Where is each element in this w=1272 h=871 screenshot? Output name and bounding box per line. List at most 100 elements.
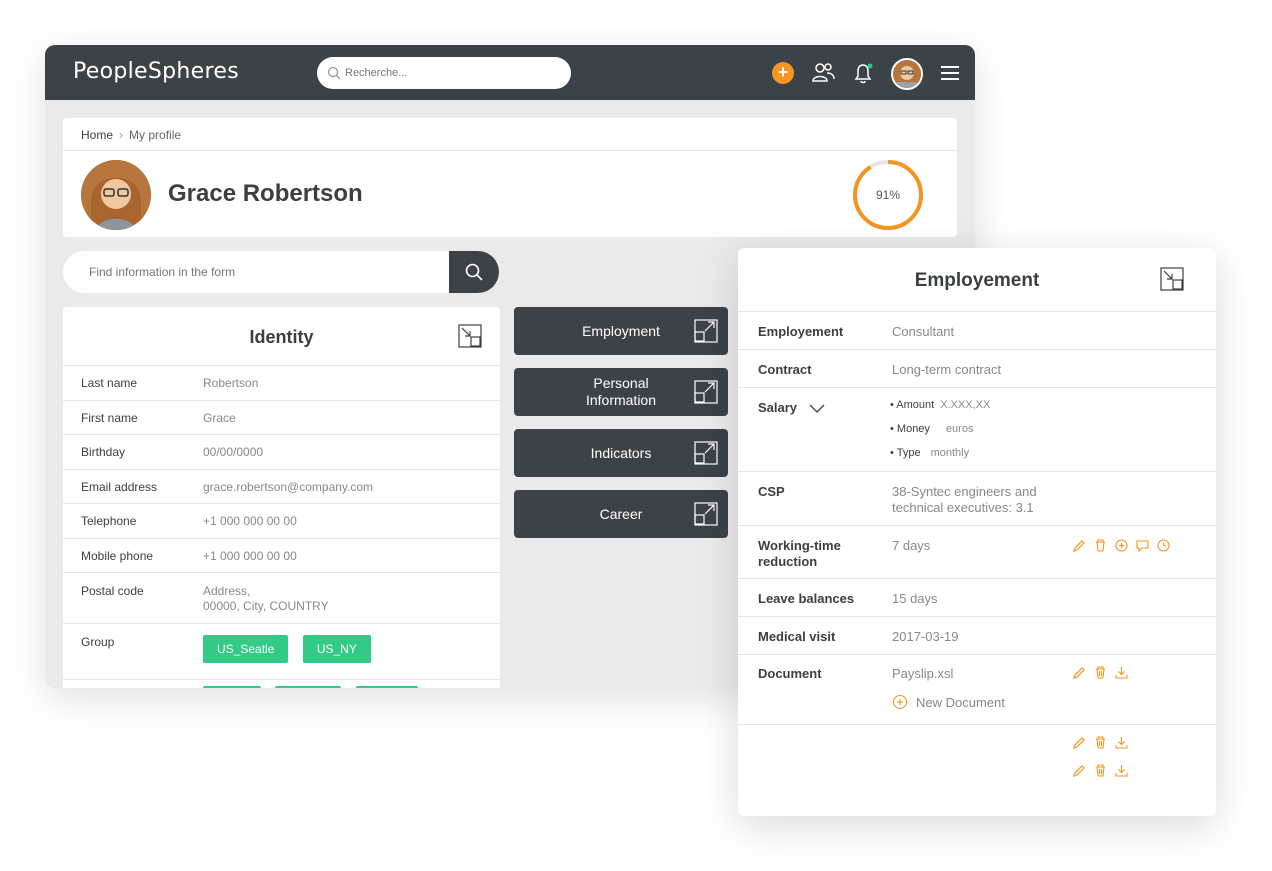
field-value[interactable]: 15 days (892, 591, 938, 607)
field-value[interactable]: Long-term contract (892, 362, 1001, 378)
field-value[interactable]: grace.robertson@company.com (203, 480, 373, 494)
skill-tag[interactable] (275, 686, 342, 688)
expand-icon (694, 502, 718, 526)
top-bar: PeopleSpheres + (45, 45, 975, 100)
section-personal-information-button[interactable]: Personal Information (514, 368, 728, 416)
new-document-label: New Document (916, 694, 1005, 710)
form-search-button[interactable] (449, 251, 499, 293)
section-employment-button[interactable]: Employment (514, 307, 728, 355)
user-avatar[interactable] (891, 58, 923, 90)
identity-row: Group US_Seatle US_NY (63, 623, 500, 679)
salary-money-value[interactable]: euros (946, 423, 974, 435)
users-icon[interactable] (809, 59, 837, 87)
skill-tag[interactable] (355, 686, 418, 688)
download-icon[interactable] (1114, 665, 1129, 680)
completion-label: 91% (875, 188, 901, 202)
collapse-icon[interactable] (458, 324, 482, 348)
add-circle-icon[interactable] (1114, 538, 1129, 553)
menu-icon[interactable] (936, 59, 964, 87)
field-value[interactable]: 2017-03-19 (892, 629, 959, 645)
section-label: Career (599, 505, 643, 522)
field-value[interactable]: 38-Syntec engineers and technical execut… (892, 484, 1037, 516)
identity-rows: Last name Robertson First name Grace Bir… (63, 365, 500, 688)
pencil-icon[interactable] (1072, 735, 1087, 750)
employment-row: Document Payslip.xsl New Document (738, 654, 1216, 724)
section-career-button[interactable]: Career (514, 490, 728, 538)
field-value[interactable]: 7 days (892, 538, 930, 554)
employment-row: CSP 38-Syntec engineers and technical ex… (738, 471, 1216, 525)
clock-icon[interactable] (1156, 538, 1171, 553)
salary-money-label: • Money (890, 423, 930, 435)
form-search-input[interactable] (89, 263, 429, 281)
employment-panel: Employement Employement Consultant Contr… (738, 248, 1216, 816)
global-search[interactable] (317, 57, 571, 89)
field-label: Postal code (81, 584, 144, 598)
expand-icon (694, 319, 718, 343)
field-value[interactable]: +1 000 000 00 00 (203, 514, 297, 528)
field-value[interactable]: Consultant (892, 324, 954, 340)
salary-type: • Type monthly (890, 447, 969, 459)
label-line-1: Working-time (758, 538, 841, 553)
field-label: Medical visit (758, 629, 836, 644)
address-line-1: Address, (203, 584, 251, 598)
field-label: Last name (81, 376, 138, 390)
global-search-input[interactable] (345, 63, 555, 83)
group-tag[interactable]: US_Seatle (203, 635, 289, 663)
field-label: Salary (758, 400, 798, 415)
employment-row: Contract Long-term contract (738, 349, 1216, 387)
new-document-button[interactable]: New Document (892, 694, 1005, 710)
chevron-right-icon: › (119, 128, 124, 142)
form-search[interactable] (63, 251, 499, 293)
identity-row: Postal code Address, 00000, City, COUNTR… (63, 572, 500, 623)
salary-type-value[interactable]: monthly (931, 447, 970, 459)
identity-row: Telephone +1 000 000 00 00 (63, 503, 500, 538)
field-value[interactable]: Address, 00000, City, COUNTRY (203, 584, 329, 623)
row-actions (1072, 665, 1129, 680)
identity-row (63, 679, 500, 688)
collapse-icon[interactable] (1160, 267, 1184, 291)
field-label: Leave balances (758, 591, 855, 606)
download-icon[interactable] (1114, 763, 1129, 778)
search-icon (465, 263, 483, 281)
employment-title: Employement (914, 270, 1040, 291)
breadcrumb-home[interactable]: Home (81, 128, 113, 142)
identity-card: Identity Last name Robertson First name … (63, 307, 500, 688)
field-label: Telephone (81, 514, 137, 528)
row-actions (1072, 763, 1129, 778)
field-label (81, 686, 203, 688)
breadcrumb-current: My profile (129, 128, 182, 142)
employment-row: Employement Consultant (738, 311, 1216, 349)
trash-icon[interactable] (1093, 665, 1108, 680)
comment-icon[interactable] (1135, 538, 1150, 553)
row-actions (1072, 735, 1129, 750)
search-icon (327, 66, 341, 80)
pencil-icon[interactable] (1072, 763, 1087, 778)
field-value[interactable]: +1 000 000 00 00 (203, 549, 297, 563)
field-value[interactable]: Robertson (203, 376, 258, 390)
field-value[interactable]: Grace (203, 411, 236, 425)
identity-row: First name Grace (63, 400, 500, 434)
bell-icon[interactable] (849, 59, 877, 87)
add-circle-icon (892, 694, 908, 710)
group-tag[interactable]: US_NY (302, 635, 371, 663)
chevron-down-icon[interactable] (809, 404, 825, 414)
document-link[interactable]: Payslip.xsl (892, 666, 953, 682)
pencil-icon[interactable] (1072, 538, 1087, 553)
skill-tag[interactable] (203, 686, 261, 688)
field-label: Contract (758, 362, 812, 377)
field-label: Email address (81, 479, 158, 494)
pencil-icon[interactable] (1072, 665, 1087, 680)
app-logo[interactable]: PeopleSpheres (73, 59, 239, 84)
download-icon[interactable] (1114, 735, 1129, 750)
salary-amount-value[interactable]: X.XXX,XX (940, 399, 990, 411)
trash-icon[interactable] (1093, 735, 1108, 750)
trash-icon[interactable] (1093, 763, 1108, 778)
csp-line-2: technical executives: 3.1 (892, 500, 1034, 515)
field-value[interactable]: 00/00/0000 (203, 445, 263, 459)
section-indicators-button[interactable]: Indicators (514, 429, 728, 477)
label-line-1: Personal (593, 375, 649, 391)
profile-avatar (81, 160, 151, 230)
expand-icon (694, 441, 718, 465)
add-button[interactable]: + (772, 62, 794, 84)
trash-icon[interactable] (1093, 538, 1108, 553)
